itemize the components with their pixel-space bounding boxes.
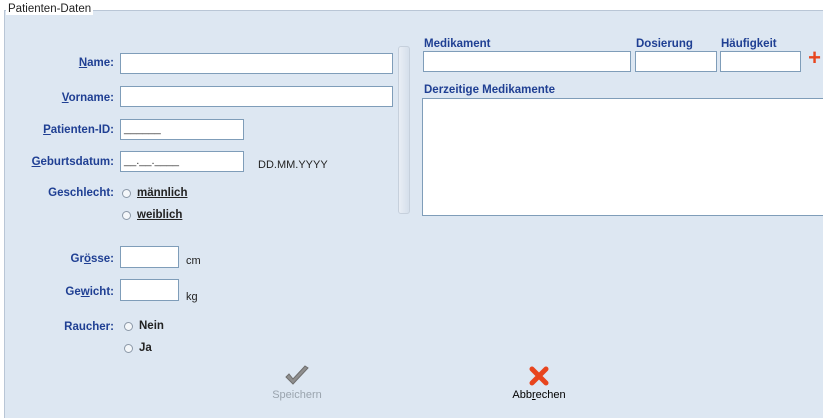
patient-id-input[interactable]: ______ bbox=[120, 119, 244, 140]
smoker-label: Raucher: bbox=[64, 321, 114, 333]
birthdate-label-rest: eburtsdatum: bbox=[40, 156, 114, 168]
height-label: Grösse: bbox=[70, 253, 114, 265]
close-icon bbox=[529, 366, 549, 386]
col-haeufigkeit-header: Häufigkeit bbox=[721, 38, 777, 50]
haeufigkeit-input[interactable] bbox=[720, 51, 801, 72]
vorname-input[interactable] bbox=[120, 86, 393, 107]
save-button-label: Speichern bbox=[272, 389, 322, 401]
panel-splitter[interactable] bbox=[398, 46, 410, 214]
height-unit: cm bbox=[186, 255, 201, 267]
radio-circle[interactable] bbox=[122, 210, 131, 220]
patient-id-label: Patienten-ID: bbox=[43, 124, 114, 136]
smoker-yes-label: Ja bbox=[139, 342, 152, 354]
plus-icon[interactable]: + bbox=[806, 47, 823, 69]
name-label: Name: bbox=[78, 57, 114, 69]
birthdate-format-hint: DD.MM.YYYY bbox=[258, 159, 328, 171]
col-dosierung-header: Dosierung bbox=[636, 38, 693, 50]
current-medications-label: Derzeitige Medikamente bbox=[424, 84, 556, 96]
name-input[interactable] bbox=[120, 53, 393, 74]
checkmark-icon bbox=[285, 365, 309, 385]
gender-female-label: weiblich bbox=[137, 209, 183, 221]
smoker-no-label: Nein bbox=[139, 320, 164, 332]
current-medications-list[interactable] bbox=[422, 98, 823, 216]
radio-circle[interactable] bbox=[124, 343, 133, 353]
weight-unit: kg bbox=[186, 291, 198, 303]
weight-input[interactable] bbox=[120, 279, 179, 301]
weight-label: Gewicht: bbox=[65, 286, 114, 298]
height-input[interactable] bbox=[120, 246, 179, 268]
cancel-button-label: Abbrechen bbox=[512, 389, 566, 401]
gender-radio-female[interactable]: weiblich bbox=[122, 209, 182, 221]
vorname-label: Vorname: bbox=[61, 92, 114, 104]
gender-radio-male[interactable]: männlich bbox=[122, 187, 187, 199]
birthdate-label: Geburtsdatum: bbox=[31, 156, 114, 168]
gender-male-label: männlich bbox=[137, 187, 188, 199]
smoker-radio-yes[interactable]: Ja bbox=[124, 342, 152, 354]
radio-circle[interactable] bbox=[122, 188, 131, 198]
gender-label: Geschlecht: bbox=[48, 187, 114, 199]
weight-label-rest: icht: bbox=[89, 286, 114, 298]
vorname-label-rest: orname: bbox=[68, 92, 114, 104]
name-label-rest: ame: bbox=[87, 57, 114, 69]
patient-id-mask: ______ bbox=[124, 123, 161, 135]
dosierung-input[interactable] bbox=[635, 51, 717, 72]
birthdate-mask: __.__.____ bbox=[124, 155, 180, 167]
medikament-input[interactable] bbox=[423, 51, 631, 72]
cancel-button[interactable]: Abbrechen bbox=[499, 365, 579, 401]
patient-id-label-rest: atienten-ID: bbox=[50, 124, 114, 136]
height-label-rest: sse: bbox=[90, 253, 114, 265]
birthdate-input[interactable]: __.__.____ bbox=[120, 151, 244, 172]
group-title: Patienten-Daten bbox=[6, 3, 94, 15]
smoker-radio-no[interactable]: Nein bbox=[124, 320, 164, 332]
col-medikament-header: Medikament bbox=[424, 38, 491, 50]
save-button[interactable]: Speichern bbox=[262, 365, 332, 401]
radio-circle[interactable] bbox=[124, 321, 133, 331]
